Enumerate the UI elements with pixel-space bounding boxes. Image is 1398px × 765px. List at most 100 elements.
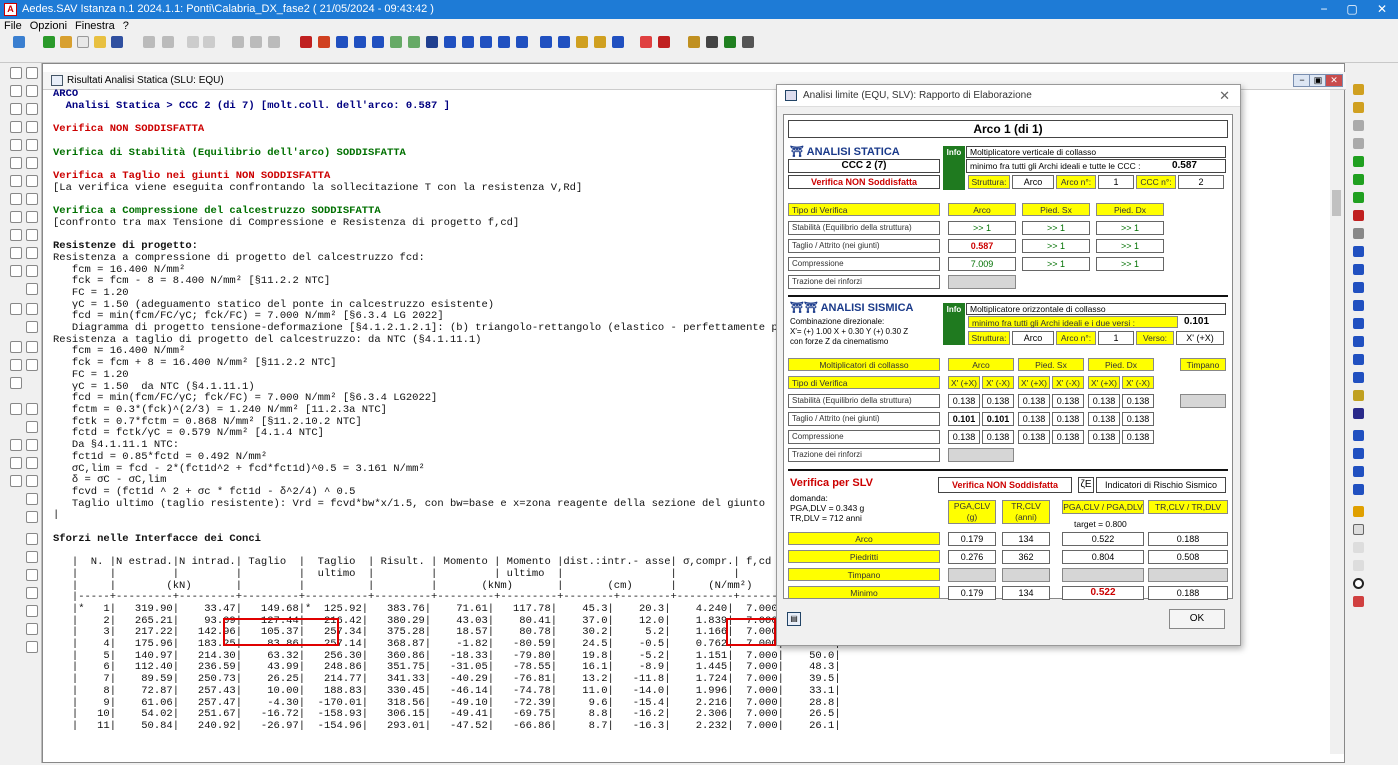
orbit2-icon[interactable] [10, 211, 22, 223]
distance-icon[interactable] [26, 247, 38, 259]
dialog-close-button[interactable]: ✕ [1219, 88, 1230, 104]
grid-icon[interactable] [336, 36, 348, 48]
blue-icon[interactable] [1353, 246, 1364, 257]
green2-icon[interactable] [1353, 174, 1364, 185]
redo-icon[interactable] [203, 36, 215, 48]
iqm-icon[interactable] [706, 36, 718, 48]
orbit-icon[interactable] [10, 193, 22, 205]
spring-icon[interactable] [558, 36, 570, 48]
u-icon[interactable] [26, 139, 38, 151]
zoom-minus-icon[interactable] [10, 139, 22, 151]
properties-icon[interactable] [268, 36, 280, 48]
x2-icon[interactable] [26, 493, 38, 505]
edit-icon[interactable] [162, 36, 174, 48]
zoom-window-icon[interactable] [26, 67, 38, 79]
print-report-icon[interactable]: ▤ [787, 612, 801, 626]
pin-icon[interactable] [1353, 228, 1364, 239]
check-icon[interactable] [26, 587, 38, 599]
door-icon[interactable] [26, 533, 38, 545]
target-icon[interactable] [1353, 578, 1364, 589]
sismica-info[interactable]: Info [943, 303, 965, 345]
p-icon[interactable] [26, 475, 38, 487]
blue6-icon[interactable] [1353, 336, 1364, 347]
loads-icon[interactable] [318, 36, 330, 48]
camera-icon[interactable] [10, 403, 22, 415]
text-a-icon[interactable] [10, 439, 22, 451]
table-icon[interactable] [426, 36, 438, 48]
brush-icon[interactable] [26, 303, 38, 315]
toolbar-tool-icon[interactable] [13, 36, 25, 48]
layer2-icon[interactable] [10, 359, 22, 371]
bridge3-icon[interactable] [1353, 466, 1364, 477]
blue2-icon[interactable] [1353, 264, 1364, 275]
m-icon[interactable] [26, 103, 38, 115]
red-icon[interactable] [1353, 210, 1364, 221]
report-icon[interactable] [640, 36, 652, 48]
pan-icon[interactable] [10, 175, 22, 187]
save-icon[interactable] [111, 36, 123, 48]
ok-button[interactable]: OK [1169, 609, 1225, 629]
zoom-in-icon[interactable] [10, 85, 22, 97]
back-icon[interactable] [480, 36, 492, 48]
mountain-icon[interactable] [1353, 596, 1364, 607]
forward-icon[interactable] [498, 36, 510, 48]
view-icon[interactable] [26, 157, 38, 169]
arrow-icon[interactable] [372, 36, 384, 48]
branch-icon[interactable] [462, 36, 474, 48]
north-icon[interactable] [26, 85, 38, 97]
paint-icon[interactable] [26, 283, 38, 295]
maximize-button[interactable]: ▢ [1338, 1, 1366, 18]
gold-icon[interactable] [1353, 390, 1364, 401]
blue3-icon[interactable] [1353, 282, 1364, 293]
angle-icon[interactable] [408, 36, 420, 48]
measure-icon[interactable] [390, 36, 402, 48]
cloud-icon[interactable] [26, 359, 38, 371]
blue8-icon[interactable] [1353, 372, 1364, 383]
green3-icon[interactable] [1353, 192, 1364, 203]
move-icon[interactable] [354, 36, 366, 48]
delta-icon[interactable] [1353, 524, 1364, 535]
t-icon[interactable] [26, 121, 38, 133]
grid-icon[interactable] [10, 303, 22, 315]
select-icon[interactable] [26, 211, 38, 223]
tree-icon[interactable] [60, 36, 72, 48]
frame-icon[interactable] [26, 175, 38, 187]
vertical-scrollbar[interactable] [1330, 90, 1344, 754]
print-icon[interactable] [143, 36, 155, 48]
zoom-extent-icon[interactable] [10, 157, 22, 169]
help-icon[interactable] [658, 36, 670, 48]
door2-icon[interactable] [26, 551, 38, 563]
paste-icon[interactable] [250, 36, 262, 48]
zoom-out-icon[interactable] [10, 121, 22, 133]
new-icon[interactable] [43, 36, 55, 48]
axis-icon[interactable] [26, 193, 38, 205]
menu-finestra[interactable]: Finestra [71, 19, 119, 33]
y2-icon[interactable] [26, 511, 38, 523]
refresh-icon[interactable] [724, 36, 736, 48]
blue4-icon[interactable] [1353, 300, 1364, 311]
cross2-icon[interactable] [26, 623, 38, 635]
navy-icon[interactable] [1353, 408, 1364, 419]
minimize-button[interactable]: − [1310, 1, 1338, 18]
arch-icon[interactable] [1353, 84, 1364, 95]
menu-file[interactable]: File [0, 19, 26, 33]
north-arrow-icon[interactable] [10, 457, 22, 469]
dimension-icon[interactable] [10, 247, 22, 259]
analysis-icon[interactable] [300, 36, 312, 48]
undo-icon[interactable] [187, 36, 199, 48]
statica-info[interactable]: Info [943, 146, 965, 190]
menu-opzioni[interactable]: Opzioni [26, 19, 71, 33]
window-icon[interactable] [26, 229, 38, 241]
cross-icon[interactable] [26, 605, 38, 617]
green-icon[interactable] [1353, 156, 1364, 167]
blue5-icon[interactable] [1353, 318, 1364, 329]
menu-help[interactable]: ? [119, 19, 133, 33]
bridge-icon[interactable] [1353, 430, 1364, 441]
rotate-icon[interactable] [10, 103, 22, 115]
image2-icon[interactable] [26, 421, 38, 433]
triangle-icon[interactable] [26, 457, 38, 469]
line-icon[interactable] [10, 229, 22, 241]
bookmark-icon[interactable] [688, 36, 700, 48]
move-icon[interactable] [10, 265, 22, 277]
bridge4-icon[interactable] [1353, 484, 1364, 495]
